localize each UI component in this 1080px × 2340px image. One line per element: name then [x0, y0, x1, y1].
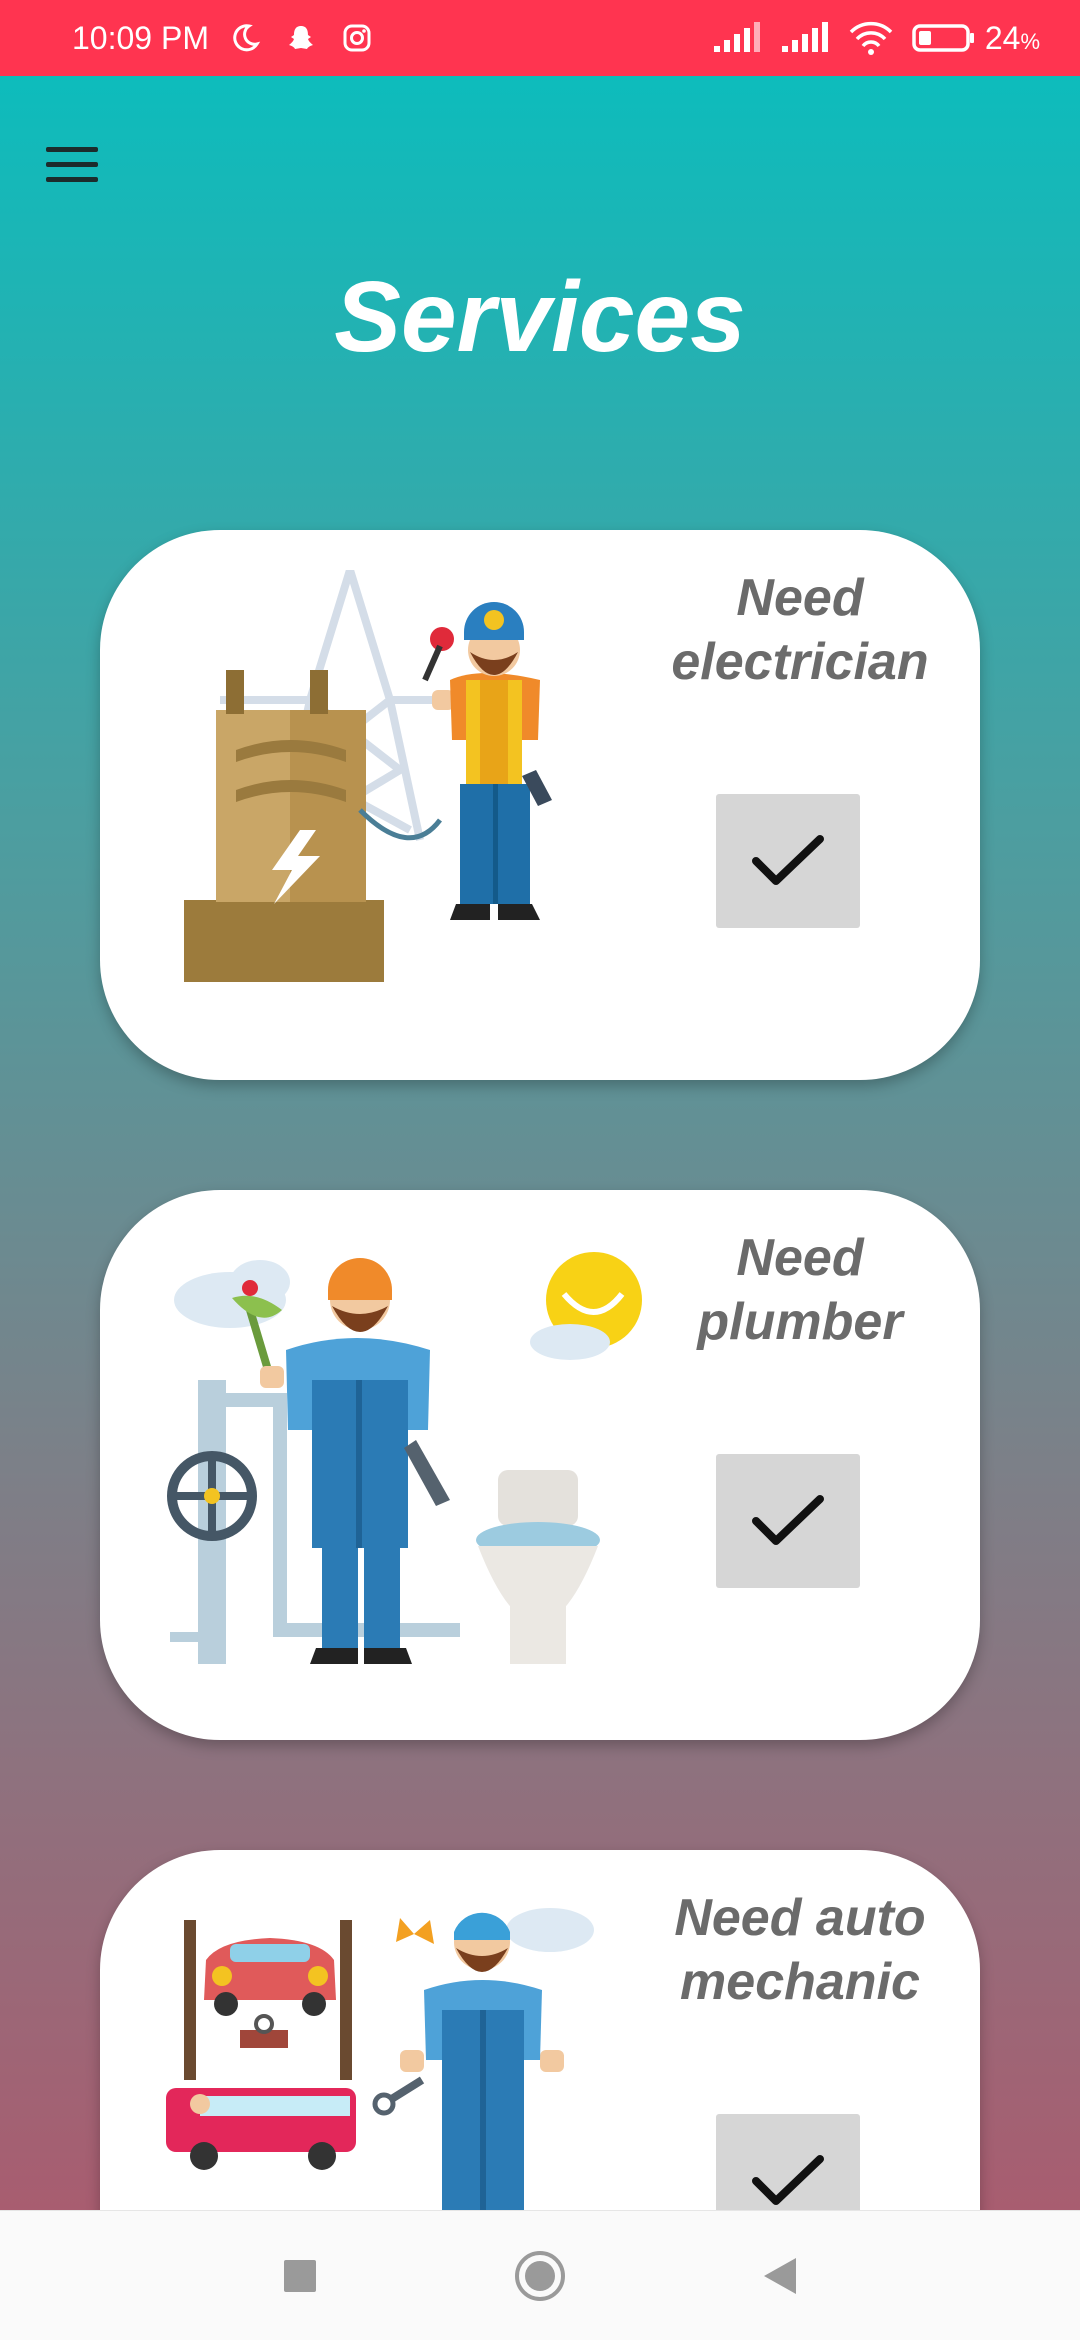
service-label-line2: plumber — [697, 1293, 903, 1351]
battery-percent: 24 — [984, 19, 1021, 56]
status-bar: 10:09 PM 24% — [0, 0, 1080, 76]
service-label-line1: Need — [736, 569, 864, 627]
service-label: Need plumber — [660, 1226, 940, 1354]
plumber-illustration — [167, 1252, 642, 1664]
service-label: Need electrician — [660, 566, 940, 694]
hamburger-menu-icon[interactable] — [46, 132, 110, 196]
service-card-electrician: Need electrician — [100, 530, 980, 1080]
battery-indicator: 24% — [911, 18, 1040, 58]
page-title: Services — [334, 261, 746, 373]
mechanic-illustration — [166, 1908, 594, 2210]
service-card-mechanic: Need auto mechanic — [100, 1850, 980, 2210]
service-label-line2: mechanic — [680, 1953, 920, 2011]
mechanic-check-button[interactable] — [716, 2114, 860, 2210]
service-label-line1: Need auto — [674, 1889, 926, 1947]
back-icon[interactable] — [750, 2246, 810, 2306]
wifi-icon — [847, 18, 895, 58]
status-time: 10:09 PM — [72, 19, 209, 56]
battery-icon — [911, 18, 977, 58]
checkmark-icon — [752, 1495, 824, 1545]
service-label: Need auto mechanic — [660, 1886, 940, 2014]
status-left: 10:09 PM — [72, 18, 377, 58]
status-right: 24% — [711, 18, 1040, 58]
home-icon[interactable] — [510, 2246, 570, 2306]
plumber-check-button[interactable] — [716, 1454, 860, 1588]
service-label-line2: electrician — [671, 633, 929, 691]
battery-percent-suffix: % — [1020, 28, 1040, 54]
electrician-check-button[interactable] — [716, 794, 860, 928]
electrician-illustration — [184, 570, 552, 982]
services-screen: Services Need electrician Need plumber N… — [0, 76, 1080, 2210]
service-card-plumber: Need plumber — [100, 1190, 980, 1740]
recent-apps-icon[interactable] — [270, 2246, 330, 2306]
signal-icon — [779, 18, 831, 58]
snapchat-icon — [281, 18, 321, 58]
service-label-line1: Need — [736, 1229, 864, 1287]
signal-icon — [711, 18, 763, 58]
checkmark-icon — [752, 2155, 824, 2205]
checkmark-icon — [752, 835, 824, 885]
moon-icon — [225, 18, 265, 58]
system-nav-bar — [0, 2210, 1080, 2340]
instagram-icon — [337, 18, 377, 58]
